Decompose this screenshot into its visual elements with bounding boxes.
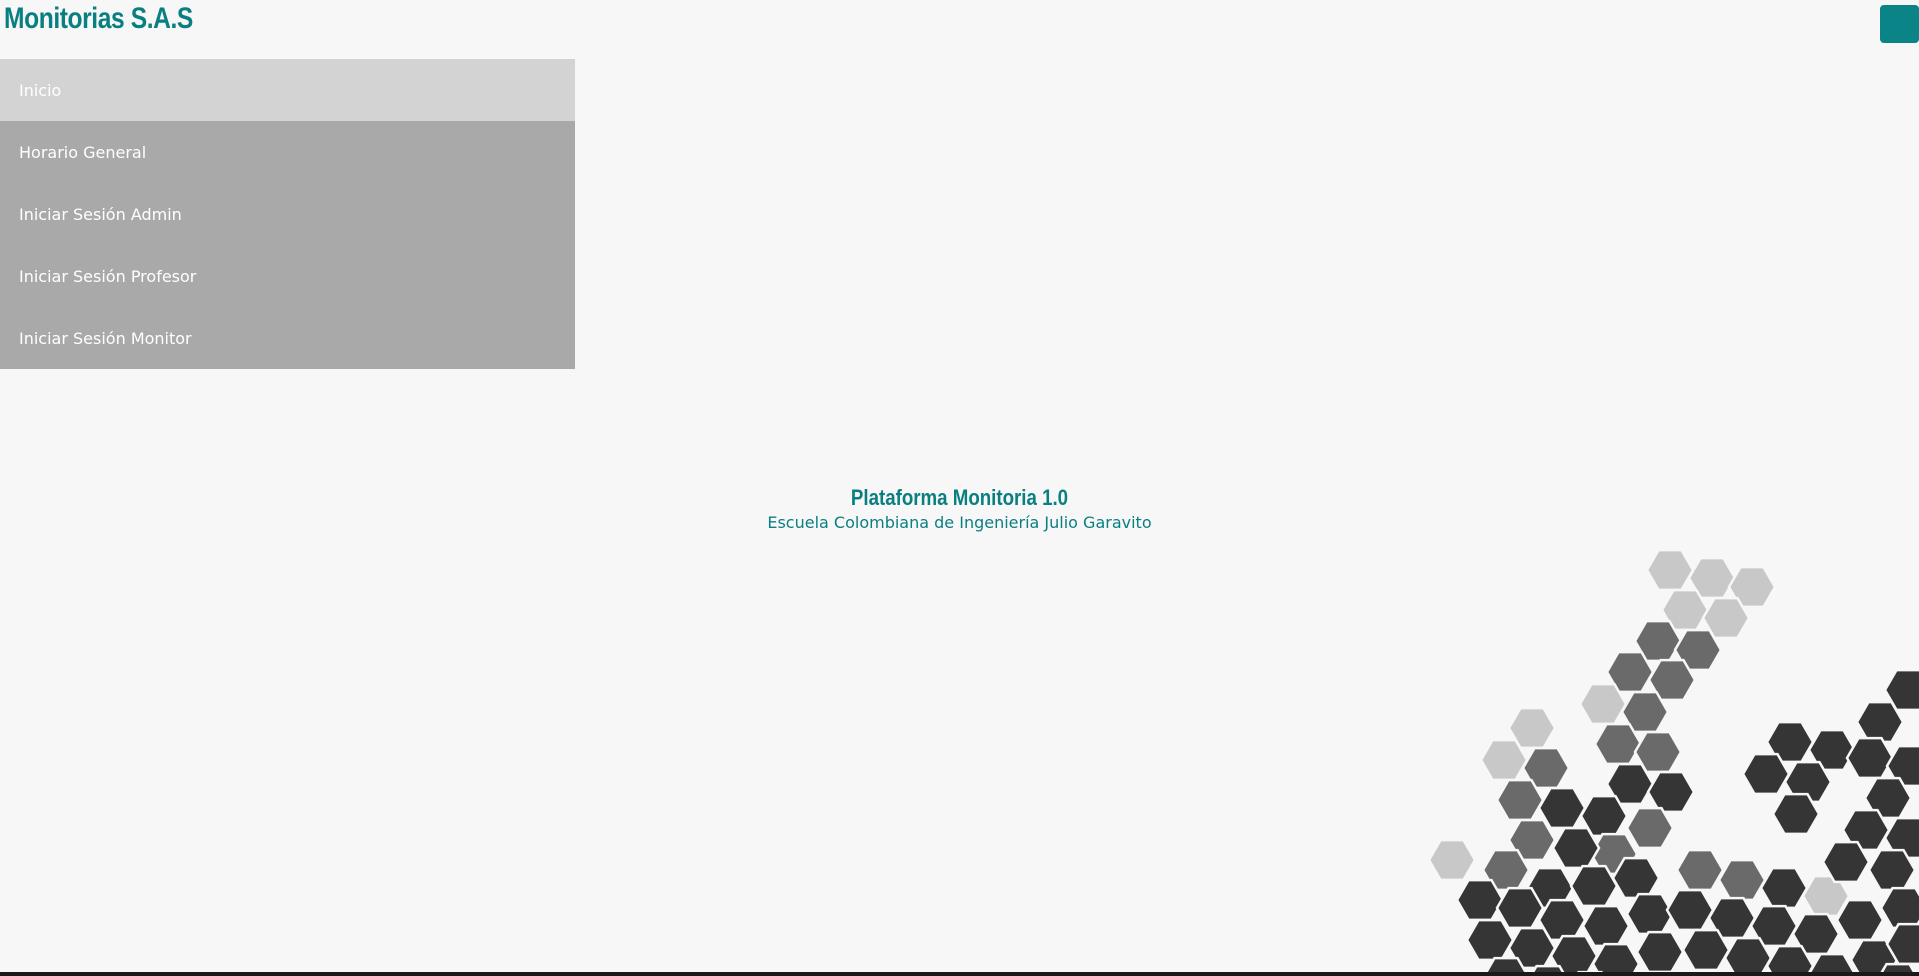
hexagon-shape: [1625, 892, 1675, 936]
hexagon-shape: [1821, 840, 1871, 884]
bottom-bar: [0, 972, 1919, 976]
hexagon-shape: [1646, 770, 1696, 814]
hexagon-shape: [1581, 904, 1631, 948]
hexagon-shape: [1835, 898, 1885, 942]
hexagon-shape: [1723, 936, 1773, 976]
hexagon-shape: [1465, 918, 1515, 962]
hexagon-shape: [1569, 864, 1619, 908]
hexagon-shape: [1879, 886, 1919, 930]
hexagon-shape: [1479, 738, 1529, 782]
hexagon-shape: [1427, 838, 1477, 882]
hexagon-shape: [1741, 752, 1791, 796]
hexagon-shape: [1771, 792, 1821, 836]
hexagon-shape: [1867, 848, 1917, 892]
hexagon-shape: [1845, 736, 1895, 780]
hexagon-shape: [1645, 548, 1695, 592]
hexagon-shape: [1625, 806, 1675, 850]
hexagon-shape: [1665, 888, 1715, 932]
hexagon-shape: [1681, 928, 1731, 972]
hexagon-pattern: [1427, 548, 1919, 976]
hexagon-shape: [1495, 778, 1545, 822]
hexagon-shape: [1717, 858, 1767, 902]
hexagon-shape: [1578, 682, 1628, 726]
hexagon-shape: [1759, 866, 1809, 910]
hexagon-shape: [1635, 930, 1685, 974]
hexagon-shape: [1611, 856, 1661, 900]
hexagon-shape: [1675, 848, 1725, 892]
hexagon-shape: [1455, 878, 1505, 922]
hexagon-shape: [1551, 826, 1601, 870]
page: Monitorias S.A.S Inicio Horario General …: [0, 0, 1919, 976]
hexagon-shape: [1593, 722, 1643, 766]
